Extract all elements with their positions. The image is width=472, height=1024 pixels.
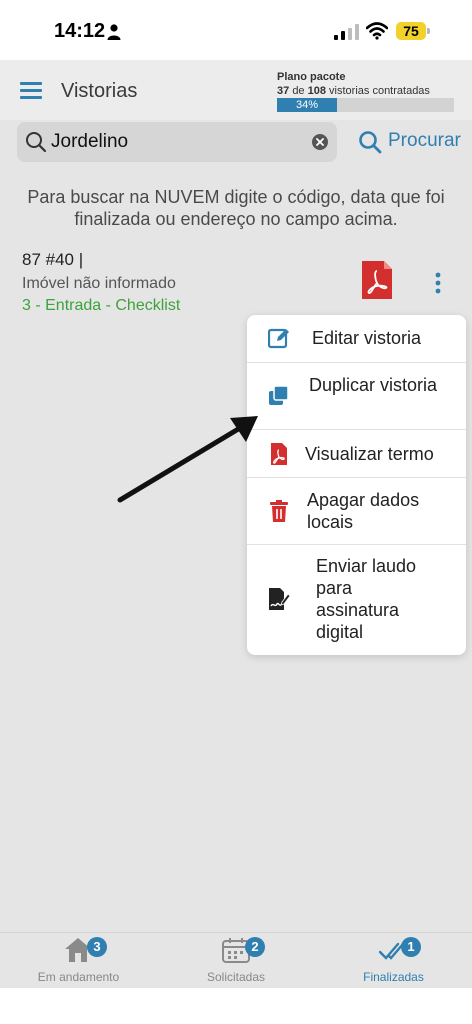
inspection-code[interactable]: 87 #40 | [22, 250, 83, 270]
search-value: Jordelino [51, 131, 129, 152]
tab-requested-label: Solicitadas [206, 970, 266, 984]
menu-item-duplicate[interactable]: Duplicar vistoria [247, 363, 466, 430]
tab-in-progress-badge: 3 [87, 937, 107, 957]
app-header: Vistorias Plano pacote 37 de 108 vistori… [0, 60, 472, 120]
search-input[interactable]: Jordelino [17, 122, 337, 162]
tab-requested-badge: 2 [245, 937, 265, 957]
battery-tip [427, 28, 430, 34]
page-title: Vistorias [61, 80, 138, 102]
menu-item-send-signature-label: Enviar laudo para assinatura digital [316, 556, 417, 642]
options-menu: Editar vistoria Duplicar vistoria Visual… [247, 315, 466, 655]
edit-icon [268, 328, 289, 349]
tab-requested[interactable]: 2 Solicitadas [157, 933, 315, 989]
menu-item-edit[interactable]: Editar vistoria [247, 315, 466, 363]
annotation-arrow-icon [117, 416, 258, 503]
clear-search-icon[interactable] [312, 134, 328, 150]
tab-finished-label: Finalizadas [363, 970, 424, 984]
document-signature-icon [269, 588, 290, 610]
search-hint: Para buscar na NUVEM digite o código, da… [27, 187, 445, 229]
plan-title: Plano pacote [277, 71, 346, 83]
plan-suffix: vistorias contratadas [329, 85, 430, 97]
menu-item-send-signature[interactable]: Enviar laudo para assinatura digital [247, 545, 466, 655]
wifi-icon [366, 22, 388, 40]
pdf-icon[interactable] [362, 261, 392, 299]
cellular-signal-icon [334, 24, 359, 40]
search-button[interactable]: Procurar [358, 128, 464, 156]
home-indicator-area [0, 988, 472, 1024]
search-icon [359, 131, 382, 154]
hamburger-menu-icon[interactable] [20, 82, 42, 100]
inspection-status: 3 - Entrada - Checklist [22, 297, 181, 314]
status-time: 14:12 [54, 20, 106, 42]
menu-item-edit-label: Editar vistoria [312, 328, 422, 348]
menu-item-view-term-label: Visualizar termo [305, 444, 434, 464]
tab-finished[interactable]: 1 Finalizadas [315, 933, 472, 989]
menu-item-delete-local-label: Apagar dados locais [307, 490, 420, 532]
menu-item-duplicate-label: Duplicar vistoria [309, 375, 438, 395]
menu-item-delete-local[interactable]: Apagar dados locais [247, 478, 466, 545]
bottom-tab-bar: 3 Em andamento 2 Solicitadas 1 Finalizad… [0, 932, 472, 988]
status-bar: 14:12 75 [0, 0, 472, 60]
plan-progress-label: 34% [295, 99, 319, 111]
search-button-label: Procurar [388, 130, 461, 151]
person-icon [107, 24, 121, 40]
plan-progress-bar: 34% [277, 98, 454, 112]
menu-item-view-term[interactable]: Visualizar termo [247, 430, 466, 478]
plan-of: de [292, 85, 305, 97]
more-options-icon[interactable] [433, 272, 443, 294]
battery-level: 75 [396, 22, 426, 40]
inspection-address: Imóvel não informado [22, 275, 176, 292]
battery-indicator: 75 [396, 22, 430, 40]
plan-total: 108 [307, 85, 326, 97]
search-icon [26, 132, 47, 153]
plan-counts: 37 de 108 vistorias contratadas [277, 85, 430, 97]
tab-in-progress-label: Em andamento [37, 970, 120, 984]
plan-used: 37 [277, 85, 290, 97]
tab-finished-badge: 1 [401, 937, 421, 957]
tab-in-progress[interactable]: 3 Em andamento [0, 933, 157, 989]
